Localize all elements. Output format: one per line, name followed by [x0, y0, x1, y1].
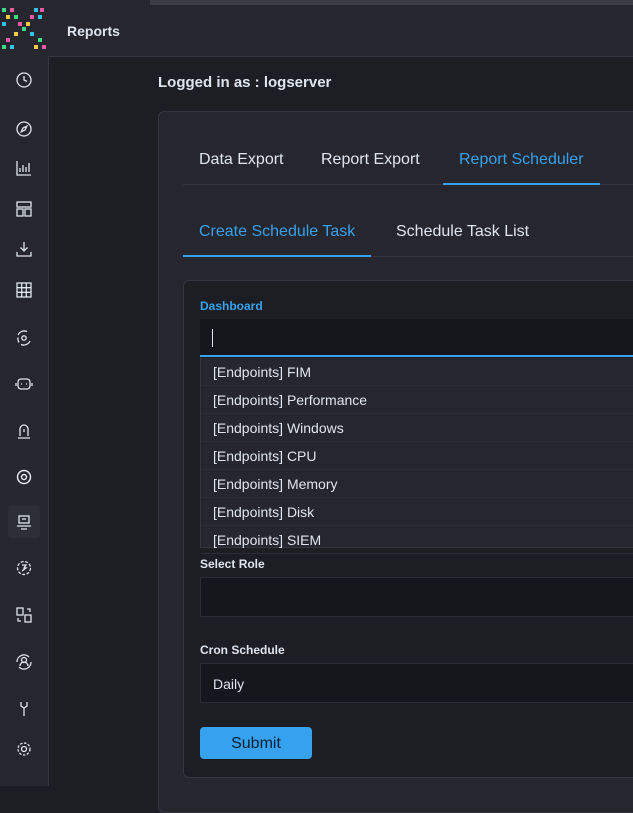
- tab-schedule-task-list[interactable]: Schedule Task List: [396, 210, 529, 255]
- dashboard-options-list: [Endpoints] FIM [Endpoints] Performance …: [200, 358, 633, 554]
- dashboard-option[interactable]: [Endpoints] SIEM: [201, 526, 633, 554]
- dashboard-option[interactable]: [Endpoints] FIM: [201, 358, 633, 386]
- chart-icon[interactable]: [14, 158, 34, 178]
- dashboard-icon[interactable]: [14, 199, 34, 219]
- tab-data-export[interactable]: Data Export: [199, 138, 283, 183]
- cycle-icon[interactable]: [14, 558, 34, 578]
- dashboard-label: Dashboard: [200, 299, 263, 313]
- submit-button[interactable]: Submit: [200, 727, 312, 759]
- clock-icon[interactable]: [14, 70, 34, 90]
- dashboard-option[interactable]: [Endpoints] CPU: [201, 442, 633, 470]
- scheduler-icon[interactable]: [8, 506, 40, 538]
- app-logo[interactable]: [0, 5, 48, 53]
- secondary-tabs: Create Schedule Task Schedule Task List: [183, 210, 633, 257]
- compass-icon[interactable]: [14, 119, 34, 139]
- grid-icon[interactable]: [14, 280, 34, 300]
- wrench-icon[interactable]: [14, 699, 34, 719]
- settings-icon[interactable]: [14, 739, 34, 759]
- select-role-label: Select Role: [200, 557, 265, 571]
- top-strip: [150, 0, 633, 5]
- top-bar: Reports: [0, 0, 633, 57]
- dashboard-option[interactable]: [Endpoints] Performance: [201, 386, 633, 414]
- sidebar: [0, 56, 49, 786]
- primary-tabs: Data Export Report Export Report Schedul…: [183, 138, 633, 185]
- cron-schedule-select[interactable]: Daily: [200, 663, 633, 703]
- dashboard-combobox[interactable]: [200, 319, 633, 357]
- download-icon[interactable]: [14, 239, 34, 259]
- tab-report-export[interactable]: Report Export: [321, 138, 420, 183]
- tab-report-scheduler[interactable]: Report Scheduler: [443, 138, 600, 185]
- logged-in-label: Logged in as : logserver: [158, 74, 332, 91]
- cron-schedule-label: Cron Schedule: [200, 643, 285, 657]
- dashboard-option[interactable]: [Endpoints] Windows: [201, 414, 633, 442]
- network-icon[interactable]: [14, 328, 34, 348]
- dashboard-option[interactable]: [Endpoints] Disk: [201, 498, 633, 526]
- transfer-icon[interactable]: [14, 605, 34, 625]
- tab-create-schedule-task[interactable]: Create Schedule Task: [183, 210, 372, 257]
- app-title: Reports: [67, 23, 120, 39]
- select-role-field[interactable]: [200, 577, 633, 617]
- user-sync-icon[interactable]: [14, 652, 34, 672]
- text-caret: [212, 329, 213, 347]
- alert-icon[interactable]: [14, 421, 34, 441]
- cron-schedule-value: Daily: [213, 676, 245, 692]
- logo-icon: [2, 8, 46, 49]
- gear-badge-icon[interactable]: [14, 467, 34, 487]
- dashboard-option[interactable]: [Endpoints] Memory: [201, 470, 633, 498]
- robot-icon[interactable]: [14, 374, 34, 394]
